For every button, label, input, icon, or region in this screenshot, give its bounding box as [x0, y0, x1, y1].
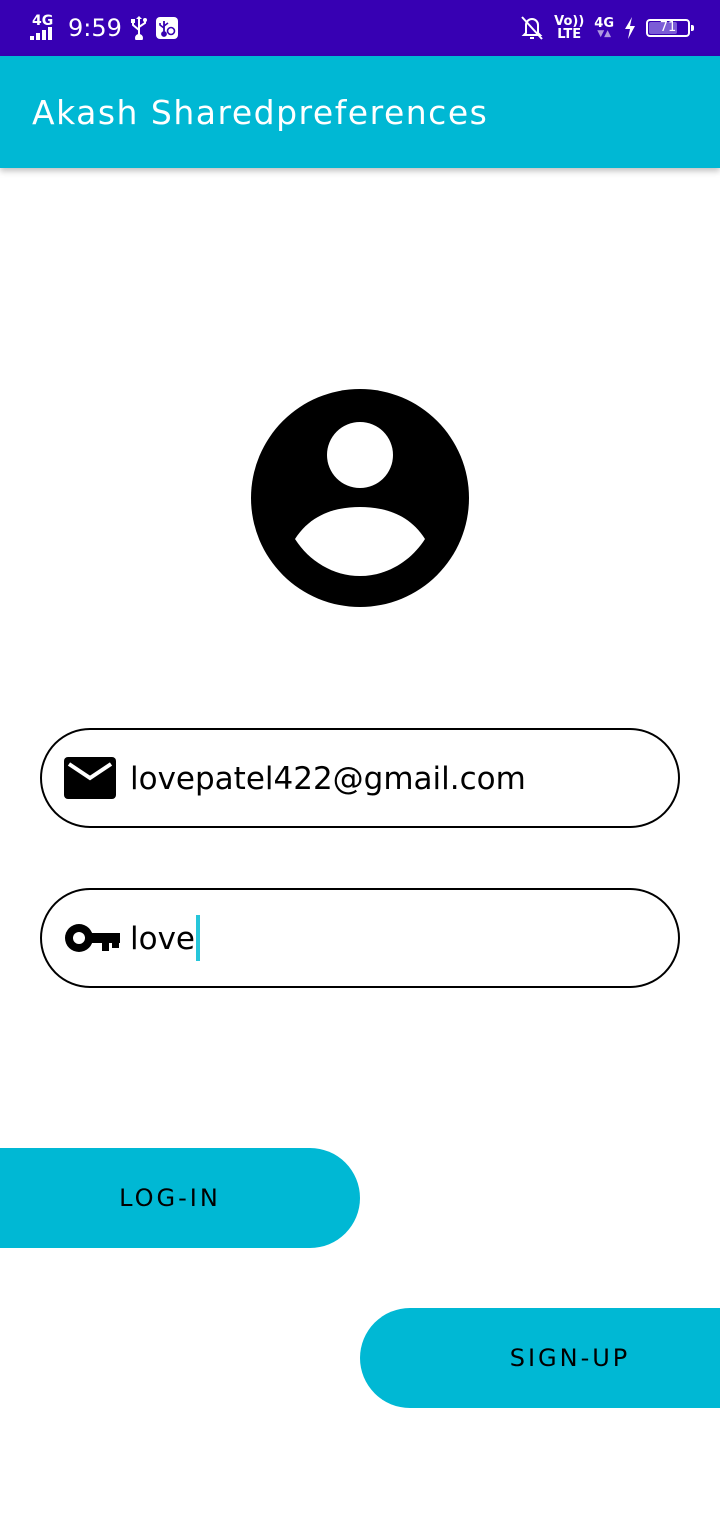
email-field[interactable]: lovepatel422@gmail.com	[40, 728, 680, 828]
battery-icon: 71	[646, 19, 694, 37]
password-field[interactable]: love	[40, 888, 680, 988]
account-circle-icon	[251, 389, 469, 607]
volte-bottom-label: LTE	[557, 27, 582, 42]
password-value: love	[130, 921, 195, 957]
status-bar-left: 4G 9:59	[30, 0, 178, 56]
email-value: lovepatel422@gmail.com	[130, 761, 526, 797]
usb-icon	[130, 16, 148, 40]
data-activity-arrows-icon: ▼▲	[597, 29, 612, 39]
cellular-signal-icon: 4G	[30, 14, 60, 42]
data-network-indicator: 4G ▼▲	[594, 17, 614, 39]
text-cursor	[196, 914, 200, 961]
status-time: 9:59	[68, 14, 122, 42]
app-bar: Akash Sharedpreferences	[0, 56, 720, 168]
password-value-wrap: love	[130, 890, 200, 986]
charging-icon	[624, 17, 636, 39]
app-title: Akash Sharedpreferences	[32, 93, 489, 132]
network-type-label: 4G	[32, 13, 54, 29]
status-bar-right: Vo)) LTE 4G ▼▲ 71	[520, 0, 694, 56]
login-button[interactable]: LOG-IN	[0, 1148, 360, 1248]
notifications-off-icon	[520, 15, 544, 41]
volte-indicator: Vo)) LTE	[554, 15, 584, 41]
battery-level: 71	[659, 20, 677, 35]
email-icon	[64, 757, 116, 799]
key-icon	[64, 922, 120, 954]
usb-debugging-icon	[155, 17, 178, 39]
signup-button[interactable]: SIGN-UP	[360, 1308, 720, 1408]
status-bar: 4G 9:59 Vo)) LTE 4G ▼▲ 71	[0, 0, 720, 56]
